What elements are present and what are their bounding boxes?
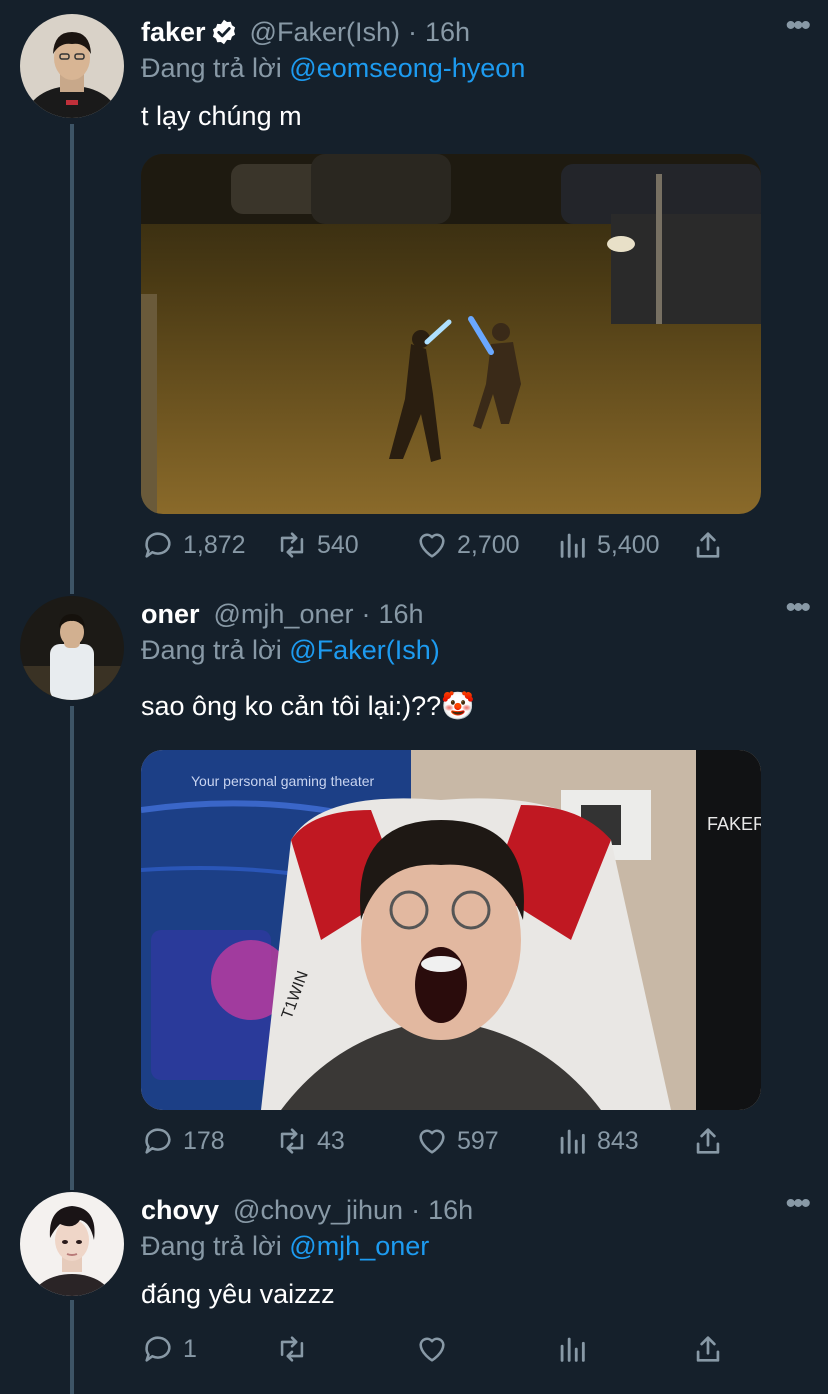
view-count: 843: [597, 1126, 639, 1155]
reply-button[interactable]: 178: [141, 1124, 225, 1158]
like-count: 597: [457, 1126, 499, 1155]
share-icon: [696, 532, 720, 558]
timestamp[interactable]: 16h: [428, 1195, 473, 1226]
heart-icon: [419, 1337, 445, 1362]
more-options-icon[interactable]: •••: [785, 1189, 810, 1219]
like-button[interactable]: 2,700: [415, 528, 520, 562]
tweet-header: faker @Faker(Ish) · 16h: [141, 14, 808, 50]
tweet-media-image[interactable]: [141, 154, 761, 514]
share-button[interactable]: [691, 1332, 733, 1366]
tweet-actions: 1,872 540 2,700 5,400: [141, 528, 761, 568]
tweet-text: t lạy chúng m: [141, 101, 302, 131]
views-button[interactable]: [555, 1332, 597, 1366]
views-chart-icon: [560, 1337, 585, 1362]
reply-prefix: Đang trả lời: [141, 635, 282, 665]
share-button[interactable]: [691, 528, 733, 562]
like-button[interactable]: 597: [415, 1124, 499, 1158]
views-button[interactable]: 5,400: [555, 528, 660, 562]
verified-badge-icon: [212, 19, 235, 45]
heart-icon: [419, 1129, 445, 1154]
banner-text: Your personal gaming theater: [191, 773, 375, 789]
jersey-text: FAKER: [707, 814, 761, 834]
reply-icon: [145, 1336, 171, 1362]
reply-icon: [145, 1128, 171, 1154]
thread-line: [70, 706, 74, 1190]
reply-context: Đang trả lời @Faker(Ish): [141, 632, 808, 668]
reply-count: 1: [183, 1334, 197, 1363]
avatar[interactable]: [20, 596, 124, 700]
separator-dot: ·: [411, 1194, 421, 1225]
timestamp[interactable]: 16h: [379, 599, 424, 630]
retweet-button[interactable]: [275, 1332, 317, 1366]
tweet-media-image[interactable]: Your personal gaming theater FAKER T1WIN: [141, 750, 761, 1110]
reply-mention-link[interactable]: @eomseong-hyeon: [289, 53, 525, 83]
timestamp[interactable]: 16h: [425, 17, 470, 48]
reply-prefix: Đang trả lời: [141, 1231, 282, 1261]
reply-button[interactable]: 1,872: [141, 528, 246, 562]
retweet-icon: [280, 1128, 304, 1154]
avatar[interactable]: [20, 14, 124, 118]
retweet-icon: [280, 532, 304, 558]
tweet-header: chovy @chovy_jihun · 16h: [141, 1192, 808, 1228]
user-handle[interactable]: @Faker(Ish): [250, 17, 400, 48]
reply-prefix: Đang trả lời: [141, 53, 282, 83]
retweet-count: 540: [317, 530, 359, 559]
reply-count: 1,872: [183, 530, 246, 559]
display-name[interactable]: chovy: [141, 1195, 219, 1226]
like-button[interactable]: [415, 1332, 457, 1366]
tweet-actions: 178 43 597 843: [141, 1124, 761, 1164]
views-chart-icon: [560, 1129, 585, 1154]
share-icon: [696, 1336, 720, 1362]
separator-dot: ·: [361, 598, 371, 629]
user-handle[interactable]: @chovy_jihun: [233, 1195, 403, 1226]
tweet-text: sao ông ko cản tôi lại:)??🤡: [141, 691, 475, 721]
reply-icon: [145, 532, 171, 558]
display-name[interactable]: faker: [141, 17, 206, 48]
like-count: 2,700: [457, 530, 520, 559]
views-chart-icon: [560, 533, 585, 558]
display-name[interactable]: oner: [141, 599, 200, 630]
view-count: 5,400: [597, 530, 660, 559]
retweet-button[interactable]: 43: [275, 1124, 345, 1158]
tweet-text: đáng yêu vaizzz: [141, 1279, 335, 1309]
thread-line: [70, 1300, 74, 1394]
retweet-icon: [280, 1336, 304, 1362]
reply-count: 178: [183, 1126, 225, 1155]
tweet-header: oner @mjh_oner · 16h: [141, 596, 808, 632]
retweet-button[interactable]: 540: [275, 528, 359, 562]
tweet-actions: 1: [141, 1332, 761, 1372]
views-button[interactable]: 843: [555, 1124, 639, 1158]
separator-dot: ·: [407, 16, 417, 47]
share-button[interactable]: [691, 1124, 733, 1158]
more-options-icon[interactable]: •••: [785, 11, 810, 41]
avatar[interactable]: [20, 1192, 124, 1296]
more-options-icon[interactable]: •••: [785, 593, 810, 623]
retweet-count: 43: [317, 1126, 345, 1155]
reply-mention-link[interactable]: @mjh_oner: [289, 1231, 429, 1261]
reply-mention-link[interactable]: @Faker(Ish): [289, 635, 439, 665]
thread-line: [70, 124, 74, 594]
user-handle[interactable]: @mjh_oner: [214, 599, 354, 630]
reply-button[interactable]: 1: [141, 1332, 197, 1366]
share-icon: [696, 1128, 720, 1154]
reply-context: Đang trả lời @mjh_oner: [141, 1228, 808, 1264]
reply-context: Đang trả lời @eomseong-hyeon: [141, 50, 808, 86]
heart-icon: [419, 533, 445, 558]
